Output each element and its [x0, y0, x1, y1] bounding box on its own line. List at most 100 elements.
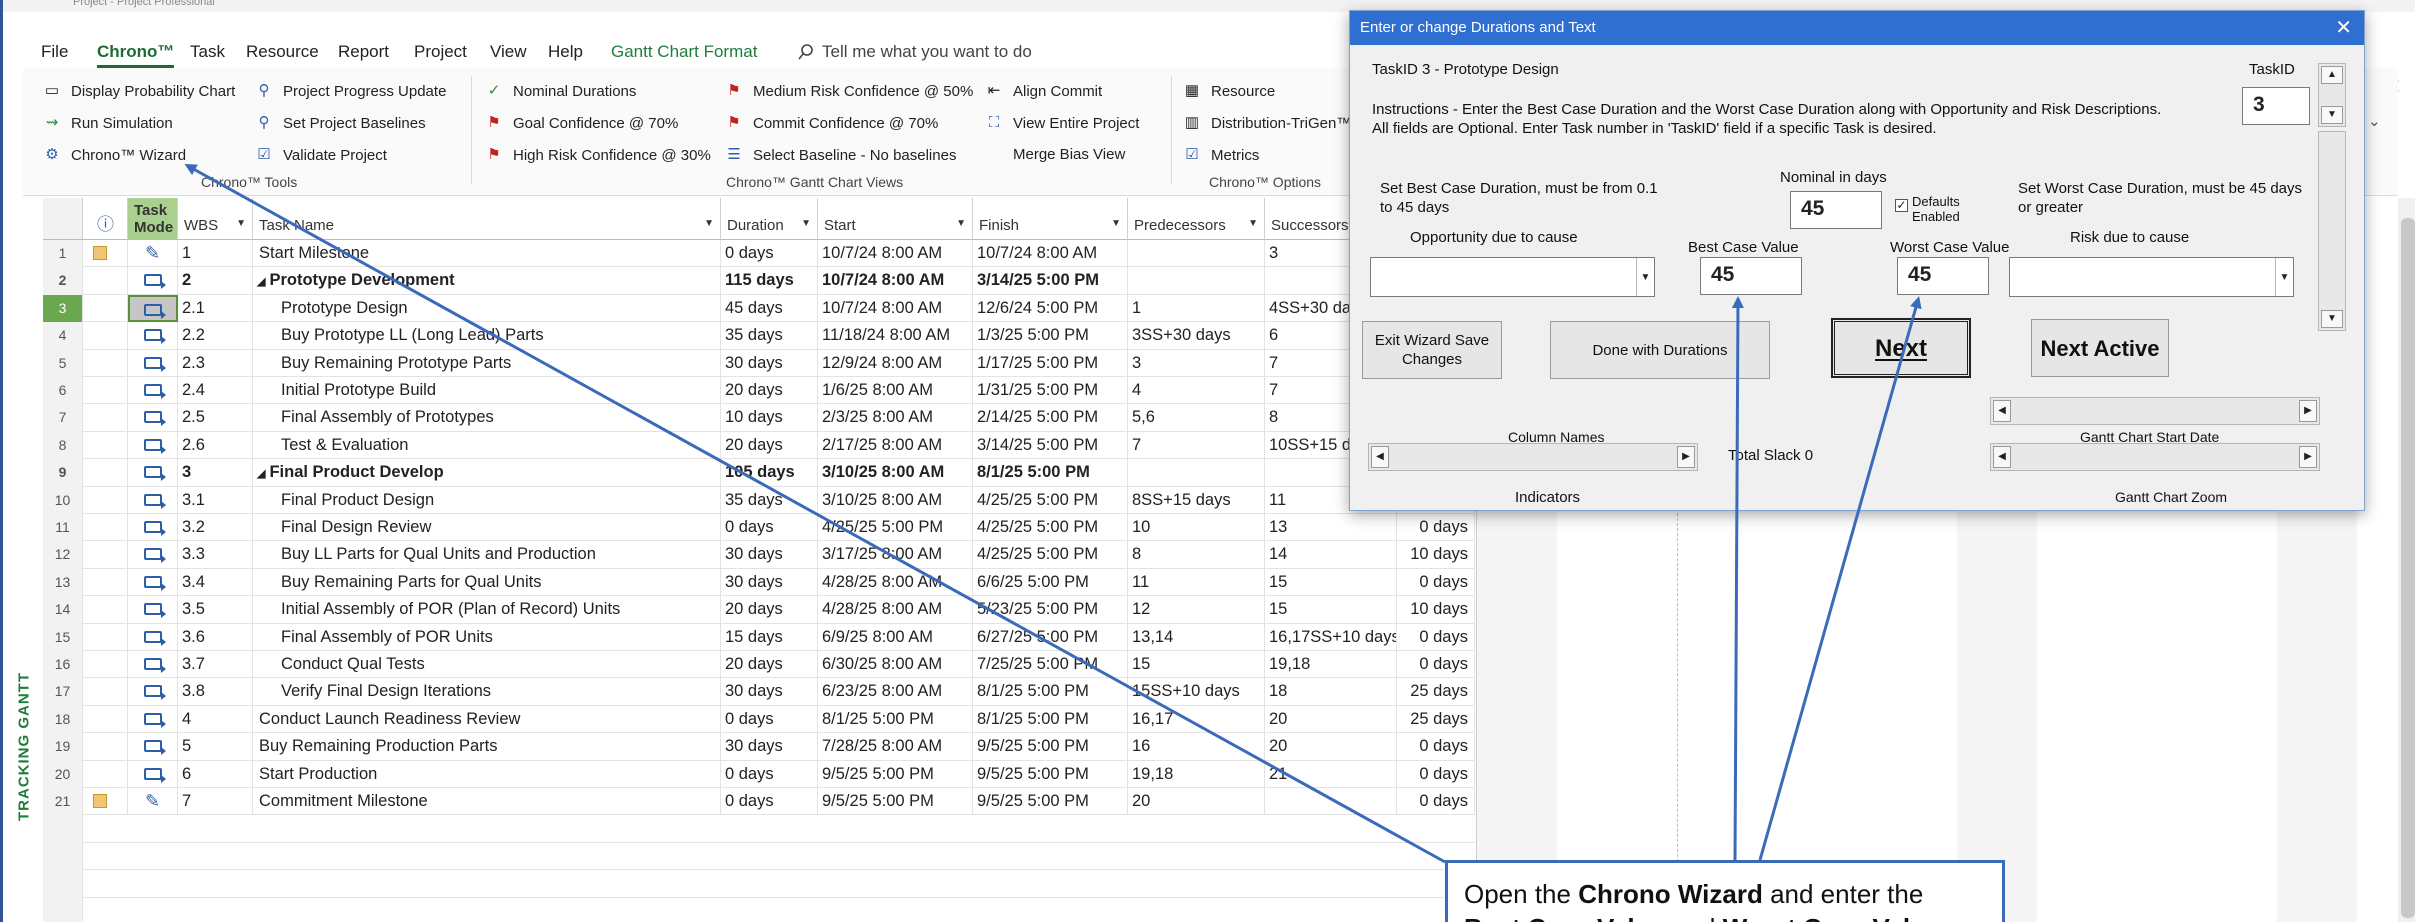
view-entire-project-button[interactable]: ⛶ View Entire Project — [983, 114, 1140, 132]
resource-button[interactable]: ▦ Resource — [1181, 82, 1275, 100]
duration-cell[interactable]: 30 days — [721, 541, 818, 569]
table-row[interactable]: 7 2.5 Final Assembly of Prototypes 10 days 2… — [43, 404, 1475, 432]
wbs-cell[interactable]: 3.1 — [178, 486, 253, 514]
task-mode-cell[interactable] — [128, 733, 178, 761]
high-risk-confidence-button[interactable]: ⚑ High Risk Confidence @ 30% — [483, 146, 711, 164]
menu-gantt-chart-format[interactable]: Gantt Chart Format — [611, 42, 757, 62]
wbs-cell[interactable]: 3.6 — [178, 623, 253, 651]
predecessors-cell[interactable]: 8 — [1128, 541, 1265, 569]
menu-report[interactable]: Report — [338, 42, 389, 62]
exit-wizard-save-button[interactable]: Exit Wizard Save Changes — [1362, 321, 1502, 379]
collapse-triangle-icon[interactable]: ◢ — [257, 468, 265, 480]
empty-row[interactable] — [43, 870, 1475, 898]
predecessors-cell[interactable]: 4 — [1128, 377, 1265, 405]
row-number[interactable]: 3 — [43, 294, 83, 323]
wbs-cell[interactable]: 6 — [178, 760, 253, 788]
task-mode-cell[interactable] — [128, 267, 178, 295]
next-button[interactable]: Next — [1831, 318, 1971, 378]
table-row[interactable]: 18 4 Conduct Launch Readiness Review 0 days… — [43, 705, 1475, 734]
scroll-right-icon[interactable]: ▶ — [2299, 446, 2317, 468]
task-name-cell[interactable]: Final Design Review — [253, 514, 721, 542]
scroll-left-icon[interactable]: ◀ — [1993, 446, 2011, 468]
predecessors-cell[interactable]: 11 — [1128, 568, 1265, 597]
taskid-spinner[interactable]: ▲ ▼ — [2318, 63, 2346, 127]
task-mode-cell[interactable] — [128, 596, 178, 624]
total-slack-cell[interactable]: 0 days — [1397, 651, 1475, 679]
medium-risk-confidence-button[interactable]: ⚑ Medium Risk Confidence @ 50% — [723, 82, 973, 100]
row-number[interactable]: 8 — [43, 431, 83, 460]
nominal-durations-button[interactable]: ✓ Nominal Durations — [483, 82, 637, 100]
start-cell[interactable]: 2/3/25 8:00 AM — [818, 404, 973, 432]
column-names-scrollbar[interactable]: ◀ ▶ — [1368, 443, 1698, 471]
start-header[interactable]: Start ▼ — [818, 198, 973, 240]
duration-cell[interactable]: 20 days — [721, 651, 818, 679]
task-name-cell[interactable]: Initial Assembly of POR (Plan of Record)… — [253, 596, 721, 624]
finish-cell[interactable]: 9/5/25 5:00 PM — [973, 760, 1128, 788]
taskid-input[interactable]: 3 — [2242, 87, 2310, 125]
duration-cell[interactable]: 105 days — [721, 459, 818, 487]
row-number-header[interactable] — [43, 198, 83, 240]
project-progress-update-button[interactable]: ⚲ Project Progress Update — [253, 82, 447, 100]
duration-header[interactable]: Duration ▼ — [721, 198, 818, 240]
successors-cell[interactable] — [1265, 788, 1397, 816]
dropdown-arrow-icon[interactable]: ▼ — [1248, 218, 1258, 229]
task-mode-cell[interactable] — [128, 760, 178, 788]
predecessors-cell[interactable]: 7 — [1128, 431, 1265, 460]
spin-up-icon[interactable]: ▲ — [2321, 66, 2343, 84]
successors-cell[interactable]: 20 — [1265, 705, 1397, 734]
menu-help[interactable]: Help — [548, 42, 583, 62]
finish-cell[interactable]: 8/1/25 5:00 PM — [973, 678, 1128, 706]
wbs-cell[interactable]: 3.2 — [178, 514, 253, 542]
duration-cell[interactable]: 0 days — [721, 788, 818, 816]
predecessors-cell[interactable] — [1128, 267, 1265, 295]
tell-me-search[interactable]: Tell me what you want to do — [798, 42, 1032, 62]
finish-cell[interactable]: 3/14/25 5:00 PM — [973, 267, 1128, 295]
predecessors-cell[interactable]: 16 — [1128, 733, 1265, 761]
finish-cell[interactable]: 12/6/24 5:00 PM — [973, 294, 1128, 323]
finish-cell[interactable]: 9/5/25 5:00 PM — [973, 788, 1128, 816]
display-probability-chart-button[interactable]: ▭ Display Probability Chart — [41, 82, 235, 100]
set-project-baselines-button[interactable]: ⚲ Set Project Baselines — [253, 114, 426, 132]
finish-cell[interactable]: 2/14/25 5:00 PM — [973, 404, 1128, 432]
table-row[interactable]: 19 5 Buy Remaining Production Parts 30 days… — [43, 733, 1475, 761]
scroll-right-icon[interactable]: ▶ — [2299, 400, 2317, 422]
task-mode-cell[interactable] — [128, 678, 178, 706]
row-number[interactable]: 2 — [43, 267, 83, 295]
dropdown-arrow-icon[interactable]: ▼ — [1636, 258, 1654, 296]
predecessors-cell[interactable]: 19,18 — [1128, 760, 1265, 788]
task-name-cell[interactable]: Start Production — [253, 760, 721, 788]
start-cell[interactable]: 6/30/25 8:00 AM — [818, 651, 973, 679]
opportunity-combobox[interactable]: ▼ — [1370, 257, 1655, 297]
metrics-button[interactable]: ☑ Metrics — [1181, 146, 1259, 164]
duration-cell[interactable]: 30 days — [721, 733, 818, 761]
finish-cell[interactable]: 10/7/24 8:00 AM — [973, 240, 1128, 268]
dropdown-arrow-icon[interactable]: ▼ — [236, 218, 246, 229]
table-row[interactable]: 5 2.3 Buy Remaining Prototype Parts 30 days… — [43, 349, 1475, 377]
indicators-header[interactable]: ⓘ — [83, 198, 128, 240]
start-cell[interactable]: 3/10/25 8:00 AM — [818, 486, 973, 514]
worst-case-input[interactable]: 45 — [1897, 257, 1989, 295]
dialog-vertical-scrollbar[interactable]: ▼ — [2318, 131, 2346, 331]
duration-cell[interactable]: 0 days — [721, 705, 818, 734]
successors-cell[interactable]: 18 — [1265, 678, 1397, 706]
menu-task[interactable]: Task — [190, 42, 225, 62]
finish-cell[interactable]: 1/31/25 5:00 PM — [973, 377, 1128, 405]
duration-cell[interactable]: 10 days — [721, 404, 818, 432]
dropdown-arrow-icon[interactable]: ▼ — [1111, 218, 1121, 229]
duration-cell[interactable]: 30 days — [721, 678, 818, 706]
start-cell[interactable]: 9/5/25 5:00 PM — [818, 788, 973, 816]
row-number[interactable]: 21 — [43, 788, 83, 816]
wbs-cell[interactable]: 1 — [178, 240, 253, 268]
wbs-cell[interactable]: 2.5 — [178, 404, 253, 432]
start-cell[interactable]: 10/7/24 8:00 AM — [818, 267, 973, 295]
duration-cell[interactable]: 30 days — [721, 349, 818, 377]
task-name-cell[interactable]: Initial Prototype Build — [253, 377, 721, 405]
task-name-cell[interactable]: Verify Final Design Iterations — [253, 678, 721, 706]
predecessors-cell[interactable]: 15 — [1128, 651, 1265, 679]
total-slack-cell[interactable]: 0 days — [1397, 788, 1475, 816]
table-row[interactable]: 13 3.4 Buy Remaining Parts for Qual Units 3… — [43, 568, 1475, 597]
dropdown-arrow-icon[interactable]: ▼ — [956, 218, 966, 229]
finish-cell[interactable]: 9/5/25 5:00 PM — [973, 733, 1128, 761]
row-number[interactable]: 15 — [43, 623, 83, 651]
duration-cell[interactable]: 115 days — [721, 267, 818, 295]
